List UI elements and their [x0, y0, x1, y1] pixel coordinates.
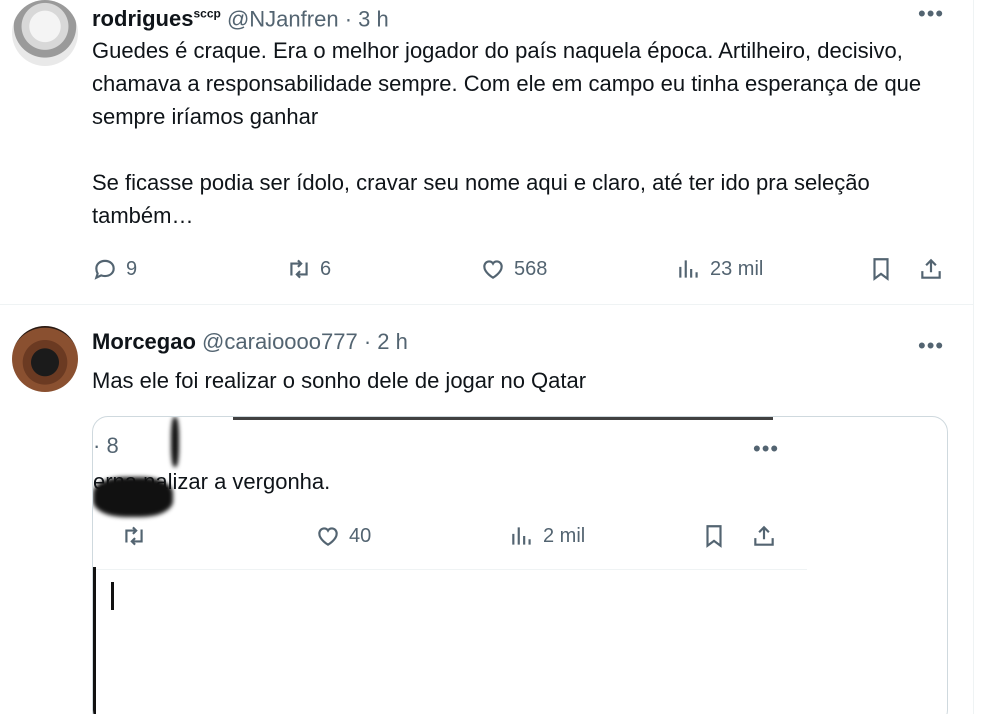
like-count: 568 — [514, 257, 548, 280]
more-horizontal-icon[interactable]: ••• — [918, 335, 944, 357]
reply-button[interactable]: 9 — [92, 252, 137, 286]
timeline-right-border — [973, 0, 974, 714]
display-name[interactable]: Morcegao — [92, 329, 196, 354]
quoted-tweet-actions: 40 2 mil — [93, 519, 793, 553]
card-divider — [93, 569, 807, 570]
retweet-button[interactable] — [121, 519, 147, 553]
heart-icon — [483, 260, 503, 279]
tweet-header: Morcegao @caraioooo777 · 2 h — [92, 328, 408, 356]
tweet-paragraph: Guedes é craque. Era o melhor jogador do… — [92, 38, 922, 129]
redaction-mark — [93, 567, 96, 714]
name-superscript: sccp — [193, 7, 221, 21]
separator-dot: · — [344, 6, 353, 32]
redaction-mark — [171, 417, 179, 467]
timestamp[interactable]: 2 h — [377, 329, 408, 354]
user-handle[interactable]: @caraioooo777 — [202, 329, 358, 354]
share-button[interactable] — [751, 519, 777, 553]
like-button[interactable]: 40 — [315, 519, 371, 553]
bookmark-button[interactable] — [868, 252, 894, 286]
share-icon — [754, 525, 774, 546]
user-handle[interactable]: @NJanfren — [227, 6, 339, 31]
like-button[interactable]: 568 — [480, 252, 547, 286]
tweet-paragraph: Se ficasse podia ser ídolo, cravar seu n… — [92, 170, 870, 228]
bar-chart-icon — [679, 260, 698, 278]
views-button[interactable]: 2 mil — [509, 519, 585, 553]
more-horizontal-icon[interactable]: ••• — [918, 3, 944, 25]
tweet-actions: 9 6 568 23 mil — [92, 252, 962, 286]
tweet[interactable]: Morcegao @caraioooo777 · 2 h ••• Mas ele… — [0, 306, 973, 714]
retweet-icon — [290, 259, 308, 279]
retweet-button[interactable]: 6 — [286, 252, 331, 286]
tweet-text: Mas ele foi realizar o sonho dele de jog… — [92, 368, 587, 393]
reply-icon — [94, 259, 115, 280]
retweet-count: 6 — [320, 257, 332, 280]
heart-icon — [318, 527, 338, 546]
bookmark-icon — [706, 525, 722, 548]
views-count: 23 mil — [710, 257, 764, 280]
share-button[interactable] — [918, 252, 944, 286]
bookmark-icon — [873, 258, 889, 281]
avatar[interactable] — [12, 0, 78, 66]
quoted-tweet-card[interactable]: · 8 ••• erna nalizar a vergonha. 40 2 mi… — [92, 416, 948, 714]
timestamp[interactable]: 3 h — [358, 6, 389, 31]
reply-count: 9 — [126, 257, 138, 280]
views-button[interactable]: 23 mil — [676, 252, 763, 286]
quoted-tweet-meta: · 8 — [93, 433, 119, 458]
tweet[interactable]: rodriguessccp @NJanfren · 3 h ••• Guedes… — [0, 0, 973, 305]
more-horizontal-icon[interactable]: ••• — [753, 438, 779, 460]
redaction-mark — [93, 477, 173, 517]
bookmark-button[interactable] — [701, 519, 727, 553]
separator-dot: · — [363, 329, 372, 354]
tweet-header: rodriguessccp @NJanfren · 3 h — [92, 0, 389, 33]
tweet-text: Guedes é craque. Era o melhor jogador do… — [92, 34, 952, 232]
retweet-icon — [125, 526, 143, 546]
bar-chart-icon — [512, 527, 531, 545]
redaction-mark — [233, 417, 773, 420]
like-count: 40 — [349, 524, 372, 547]
redaction-mark — [111, 582, 114, 610]
avatar[interactable] — [12, 326, 78, 392]
share-icon — [921, 258, 941, 279]
display-name[interactable]: rodriguessccp — [92, 6, 221, 31]
views-count: 2 mil — [543, 524, 586, 547]
